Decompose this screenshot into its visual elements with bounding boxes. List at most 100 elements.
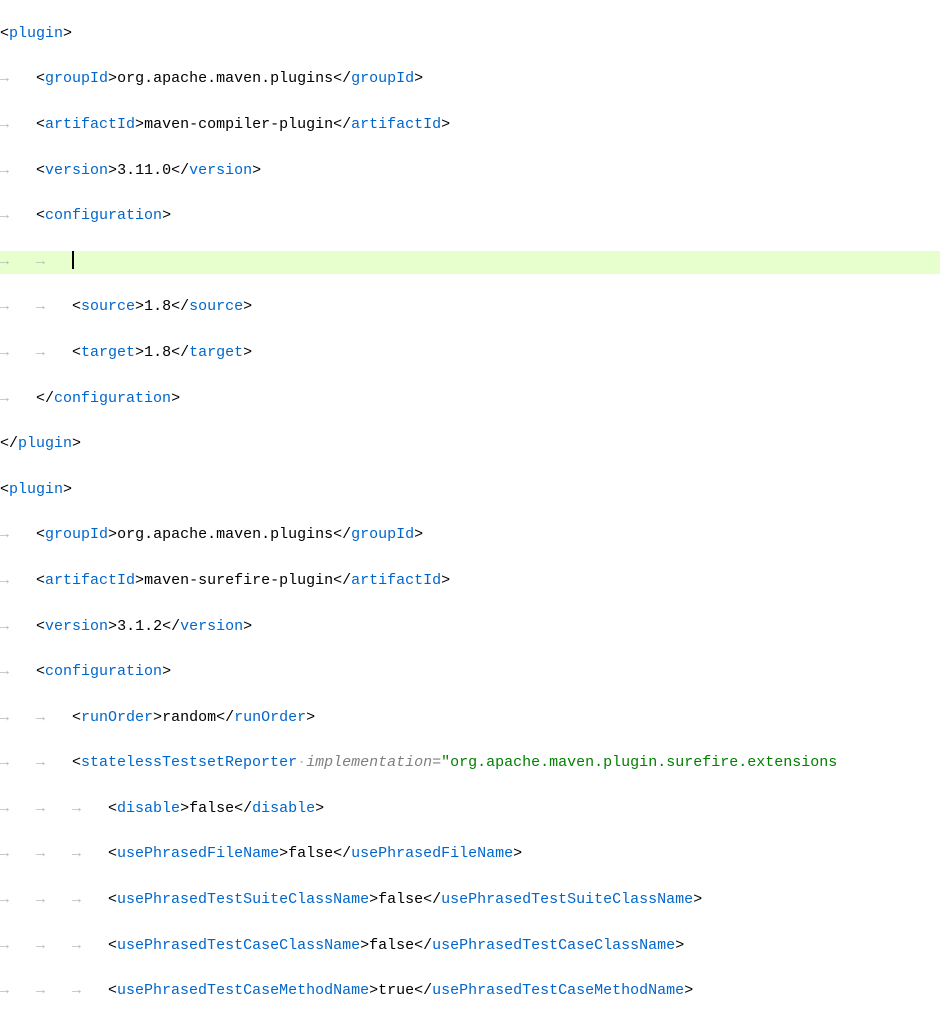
angle-open: <	[36, 618, 45, 635]
angle-close-open: </	[36, 390, 54, 407]
text-value: 3.11.0	[117, 162, 171, 179]
tag-version: version	[45, 618, 108, 635]
tag-source: source	[189, 298, 243, 315]
angle-open: <	[72, 344, 81, 361]
angle-open: <	[36, 116, 45, 133]
tag-disable: disable	[252, 800, 315, 817]
tag-groupid: groupId	[45, 526, 108, 543]
tag-plugin: plugin	[9, 481, 63, 498]
tag-phrased-case-class: usePhrasedTestCaseClassName	[117, 937, 360, 954]
angle-close-open: </	[171, 298, 189, 315]
text-value: 1.8	[144, 344, 171, 361]
text-value: false	[369, 937, 414, 954]
whitespace-indent: →	[0, 207, 36, 224]
angle-open: <	[36, 526, 45, 543]
angle-close-open: </	[414, 982, 432, 999]
angle-close: >	[279, 845, 288, 862]
angle-close: >	[180, 800, 189, 817]
tag-groupid: groupId	[351, 70, 414, 87]
tag-artifactid: artifactId	[45, 116, 135, 133]
code-line: → → → <disable>false</disable>	[0, 798, 940, 821]
angle-close: >	[72, 435, 81, 452]
attr-implementation: implementation	[306, 754, 432, 771]
angle-close: >	[513, 845, 522, 862]
angle-close: >	[684, 982, 693, 999]
angle-close: >	[369, 982, 378, 999]
angle-open: <	[36, 663, 45, 680]
tag-plugin: plugin	[9, 25, 63, 42]
tag-version: version	[189, 162, 252, 179]
code-line: → <version>3.1.2</version>	[0, 616, 940, 639]
text-value: 1.8	[144, 298, 171, 315]
angle-close: >	[135, 572, 144, 589]
angle-close: >	[243, 344, 252, 361]
angle-close-open: </	[423, 891, 441, 908]
angle-close: >	[63, 481, 72, 498]
angle-open: <	[72, 709, 81, 726]
tag-artifactid: artifactId	[351, 572, 441, 589]
tag-artifactid: artifactId	[351, 116, 441, 133]
code-line: → → → <usePhrasedFileName>false</usePhra…	[0, 843, 940, 866]
angle-open: <	[72, 298, 81, 315]
tag-reporter: statelessTestsetReporter	[81, 754, 297, 771]
angle-close-open: </	[171, 344, 189, 361]
angle-close: >	[675, 937, 684, 954]
code-line: </plugin>	[0, 433, 940, 456]
tag-runorder: runOrder	[234, 709, 306, 726]
text-value: false	[288, 845, 333, 862]
tag-phrased-filename: usePhrasedFileName	[117, 845, 279, 862]
angle-close-open: </	[216, 709, 234, 726]
angle-close: >	[252, 162, 261, 179]
angle-close: >	[108, 70, 117, 87]
whitespace-dot: ·	[297, 754, 306, 771]
angle-close-open: </	[333, 526, 351, 543]
code-line: → <configuration>	[0, 661, 940, 684]
whitespace-indent: →	[0, 618, 36, 635]
text-value: maven-surefire-plugin	[144, 572, 333, 589]
tag-phrased-filename: usePhrasedFileName	[351, 845, 513, 862]
code-line-highlighted: → →	[0, 251, 940, 274]
whitespace-indent: →	[0, 526, 36, 543]
tag-groupid: groupId	[351, 526, 414, 543]
code-line: → → <source>1.8</source>	[0, 296, 940, 319]
whitespace-indent: →	[0, 663, 36, 680]
text-value: false	[189, 800, 234, 817]
angle-close-open: </	[0, 435, 18, 452]
angle-close-open: </	[171, 162, 189, 179]
code-line: → → → <usePhrasedTestCaseClassName>false…	[0, 935, 940, 958]
angle-close: >	[441, 116, 450, 133]
whitespace-indent: → → →	[0, 800, 108, 817]
angle-open: <	[0, 25, 9, 42]
angle-close: >	[306, 709, 315, 726]
angle-close: >	[153, 709, 162, 726]
angle-close: >	[360, 937, 369, 954]
angle-close-open: </	[333, 572, 351, 589]
whitespace-indent: → →	[0, 344, 72, 361]
angle-close: >	[162, 663, 171, 680]
angle-close-open: </	[333, 116, 351, 133]
angle-close-open: </	[162, 618, 180, 635]
angle-close: >	[135, 298, 144, 315]
text-value: org.apache.maven.plugins	[117, 526, 333, 543]
tag-plugin: plugin	[18, 435, 72, 452]
attr-value: org.apache.maven.plugin.surefire.extensi…	[450, 754, 837, 771]
angle-close: >	[162, 207, 171, 224]
whitespace-indent: →	[0, 390, 36, 407]
text-value: true	[378, 982, 414, 999]
text-value: org.apache.maven.plugins	[117, 70, 333, 87]
code-line: → <version>3.11.0</version>	[0, 160, 940, 183]
whitespace-indent: →	[0, 162, 36, 179]
whitespace-indent: → → →	[0, 891, 108, 908]
angle-open: <	[0, 481, 9, 498]
text-value: 3.1.2	[117, 618, 162, 635]
tag-configuration: configuration	[45, 207, 162, 224]
code-line: → → → <usePhrasedTestCaseMethodName>true…	[0, 980, 940, 1003]
angle-open: <	[36, 162, 45, 179]
code-editor[interactable]: <plugin> → <groupId>org.apache.maven.plu…	[0, 0, 940, 1020]
code-line: → → <runOrder>random</runOrder>	[0, 707, 940, 730]
text-cursor	[72, 251, 74, 269]
whitespace-indent: →	[0, 116, 36, 133]
code-line: → </configuration>	[0, 388, 940, 411]
angle-close: >	[135, 116, 144, 133]
quote: "	[441, 754, 450, 771]
